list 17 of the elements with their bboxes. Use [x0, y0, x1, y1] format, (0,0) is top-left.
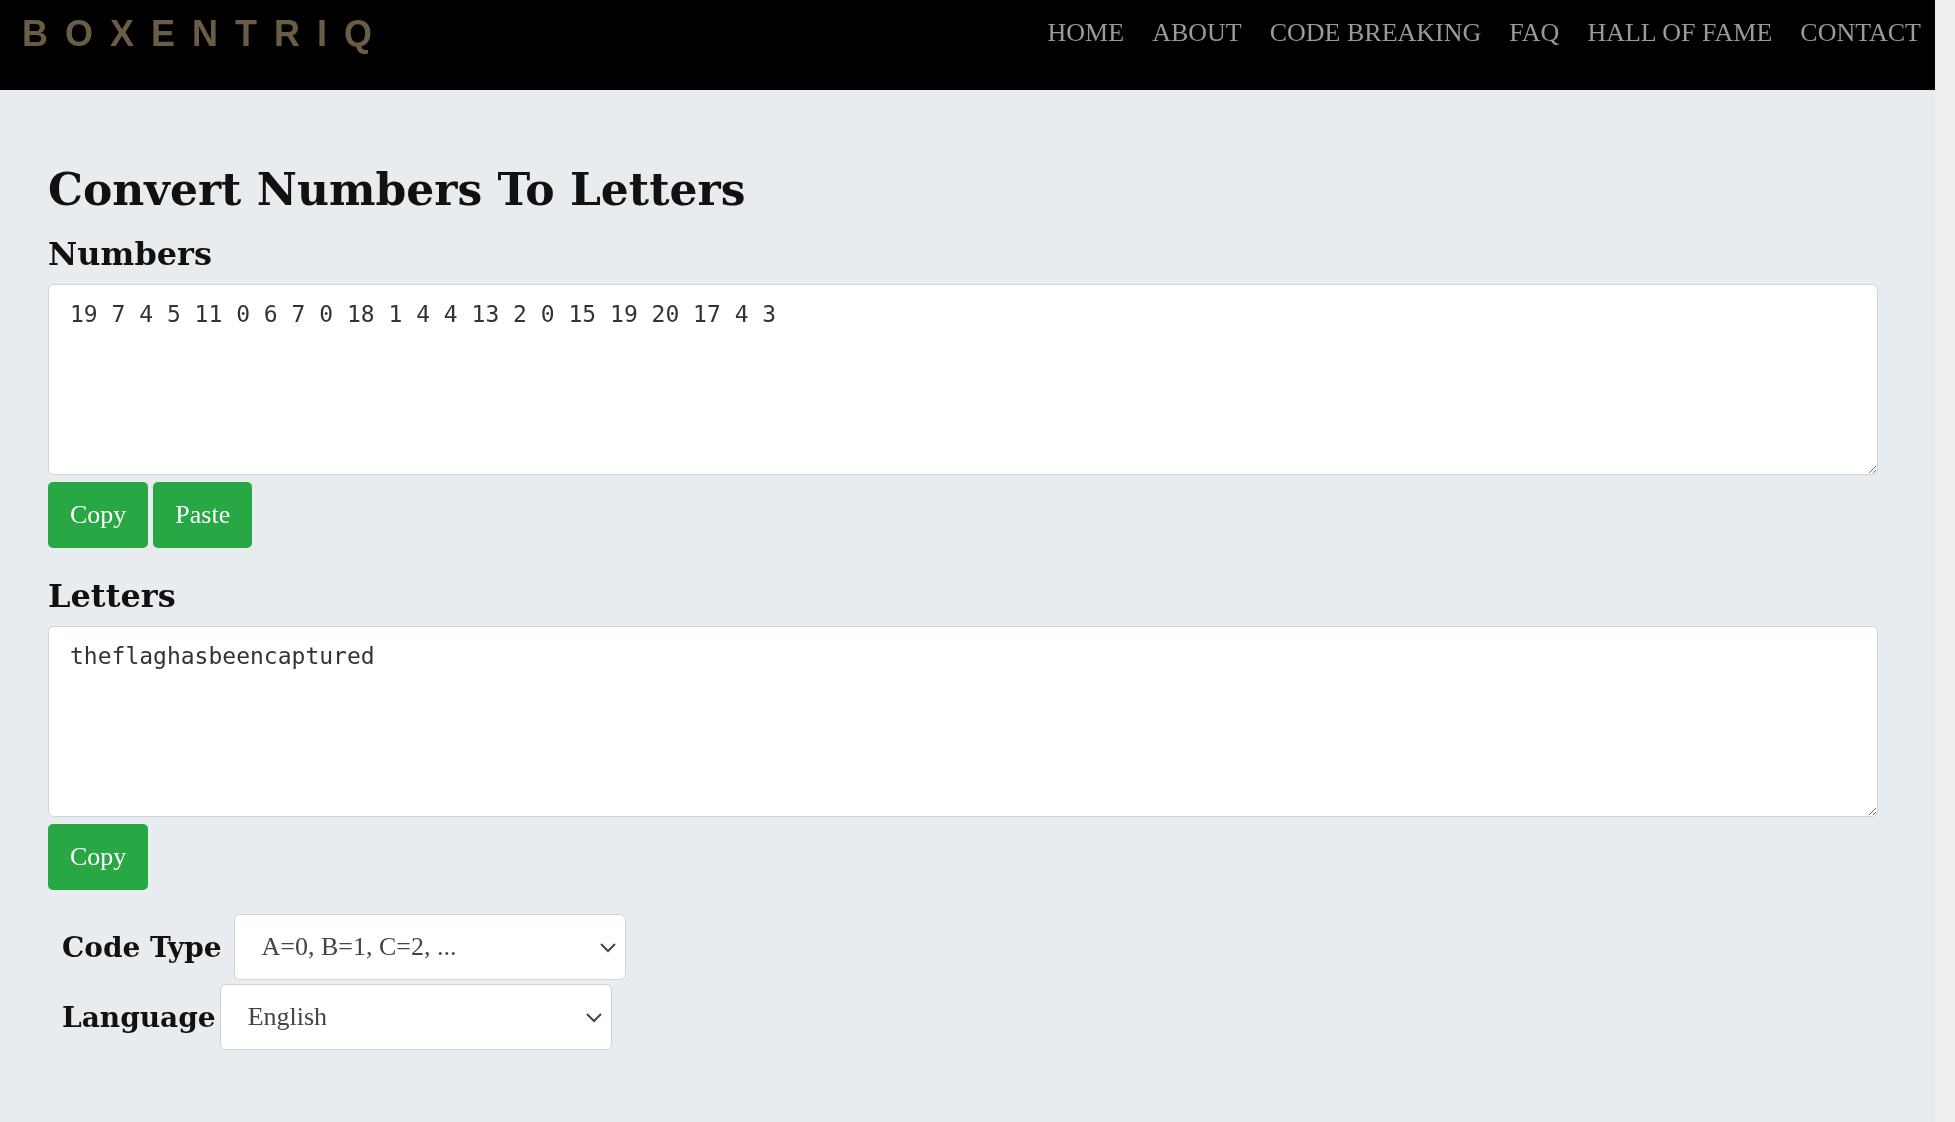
nav-link[interactable]: HOME	[1047, 16, 1125, 50]
text-area[interactable]: 19 7 4 5 11 0 6 7 0 18 1 4 4 13 2 0 15 19 20 17 4 3	[48, 284, 1878, 475]
dropdown-select[interactable]: English	[219, 984, 612, 1050]
section-heading: Letters	[48, 576, 177, 617]
text-area[interactable]: theflaghasbeencaptured	[48, 626, 1878, 817]
nav-link[interactable]: CODE BREAKING	[1269, 16, 1482, 50]
chevron-down-icon	[584, 1011, 603, 1023]
nav-link[interactable]: FAQ	[1509, 16, 1560, 50]
nav-link[interactable]: HALL OF FAME	[1587, 16, 1773, 50]
field-label: Code Type	[62, 930, 222, 964]
section-heading: Numbers	[48, 234, 213, 275]
chevron-down-icon	[598, 941, 617, 953]
nav-link[interactable]: ABOUT	[1152, 16, 1242, 50]
page-title: Convert Numbers To Letters	[48, 163, 747, 217]
field-label: Language	[62, 1000, 216, 1034]
dropdown-select[interactable]: A=0, B=1, C=2, ...	[233, 914, 626, 980]
nav-link[interactable]: CONTACT	[1800, 16, 1921, 50]
